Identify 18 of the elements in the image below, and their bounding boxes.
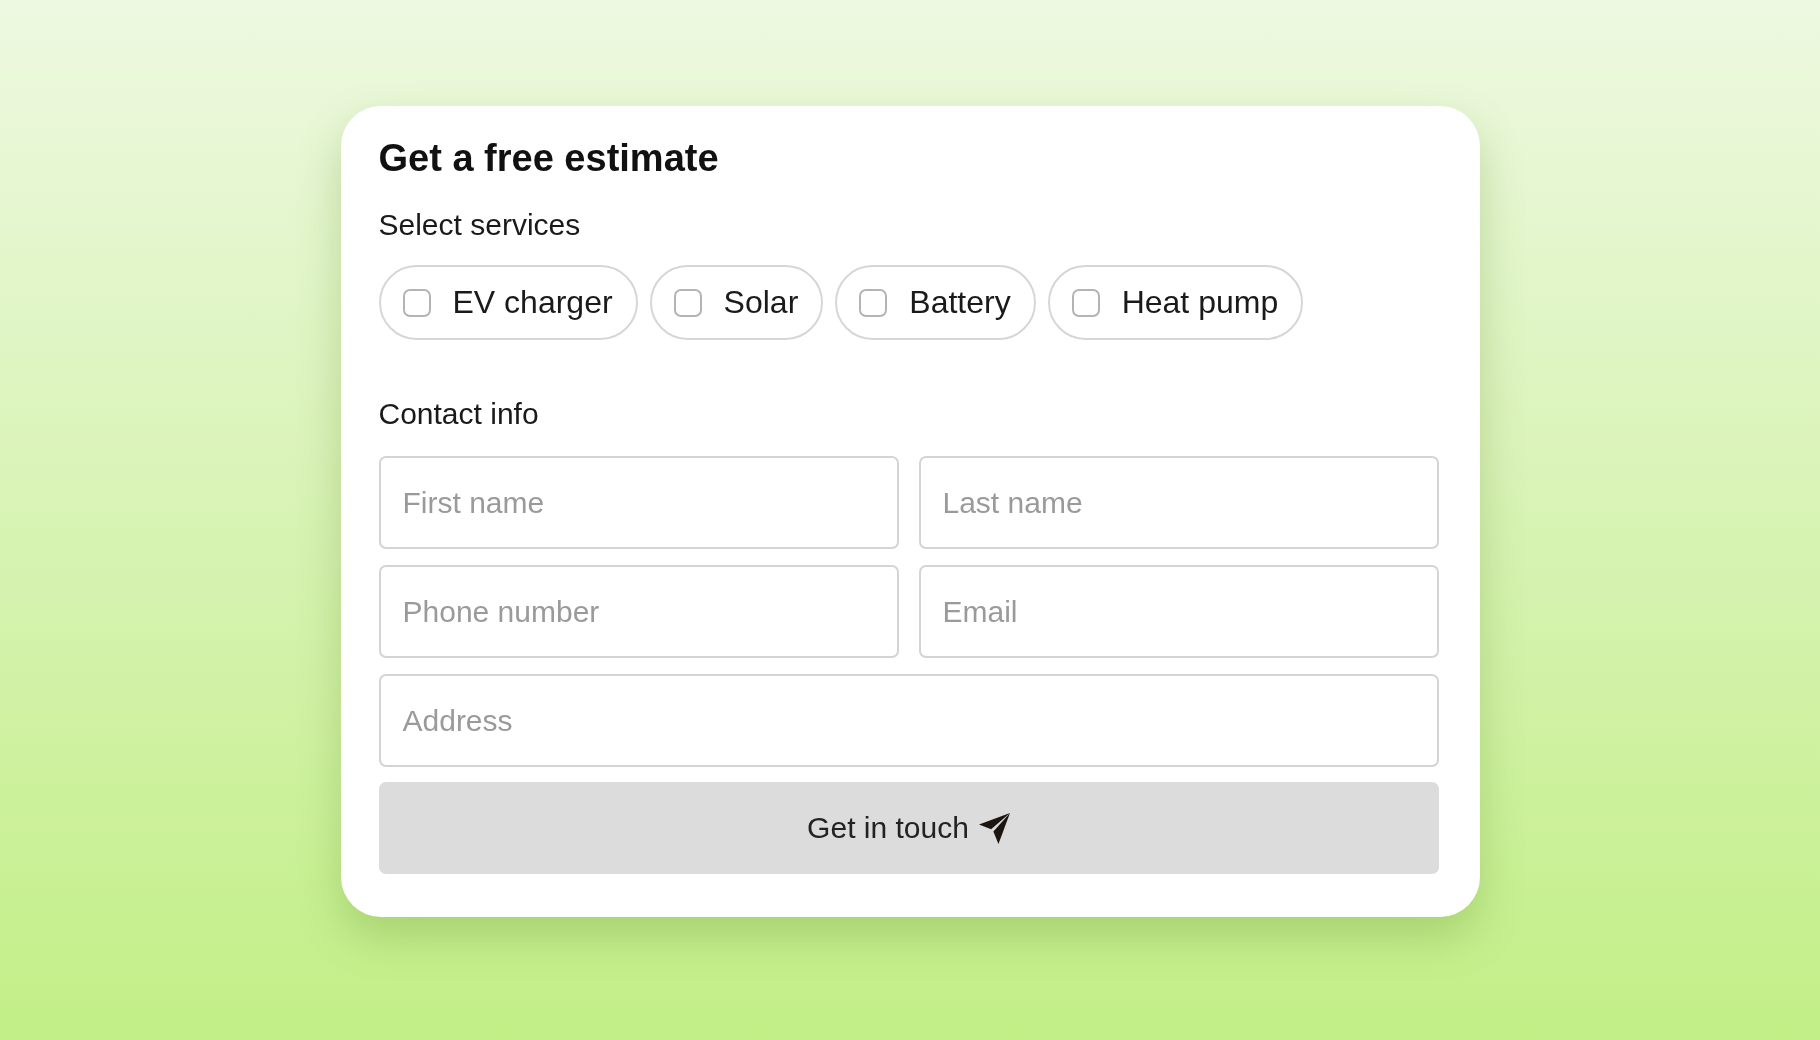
checkbox[interactable]	[1071, 288, 1100, 317]
service-chip[interactable]: EV charger	[378, 265, 638, 340]
section-label: Contact info	[378, 397, 539, 431]
service-chip[interactable]: Battery	[835, 265, 1036, 340]
input-field[interactable]: First name	[378, 456, 899, 549]
input-field[interactable]: Phone number	[378, 565, 899, 658]
section-label: Select services	[378, 208, 581, 242]
service-chip[interactable]: Heat pump	[1047, 265, 1304, 340]
paper-plane-icon	[978, 812, 1010, 844]
checkbox[interactable]	[402, 288, 431, 317]
checkbox[interactable]	[673, 288, 702, 317]
input-field[interactable]: Address	[378, 674, 1439, 767]
checkbox[interactable]	[859, 288, 888, 317]
service-chip[interactable]: Solar	[649, 265, 824, 340]
input-field[interactable]: Last name	[918, 456, 1439, 549]
input-field[interactable]: Email	[918, 565, 1439, 658]
form-title: Get a free estimate	[378, 136, 719, 180]
submit-button[interactable]: Get in touch	[378, 782, 1439, 874]
